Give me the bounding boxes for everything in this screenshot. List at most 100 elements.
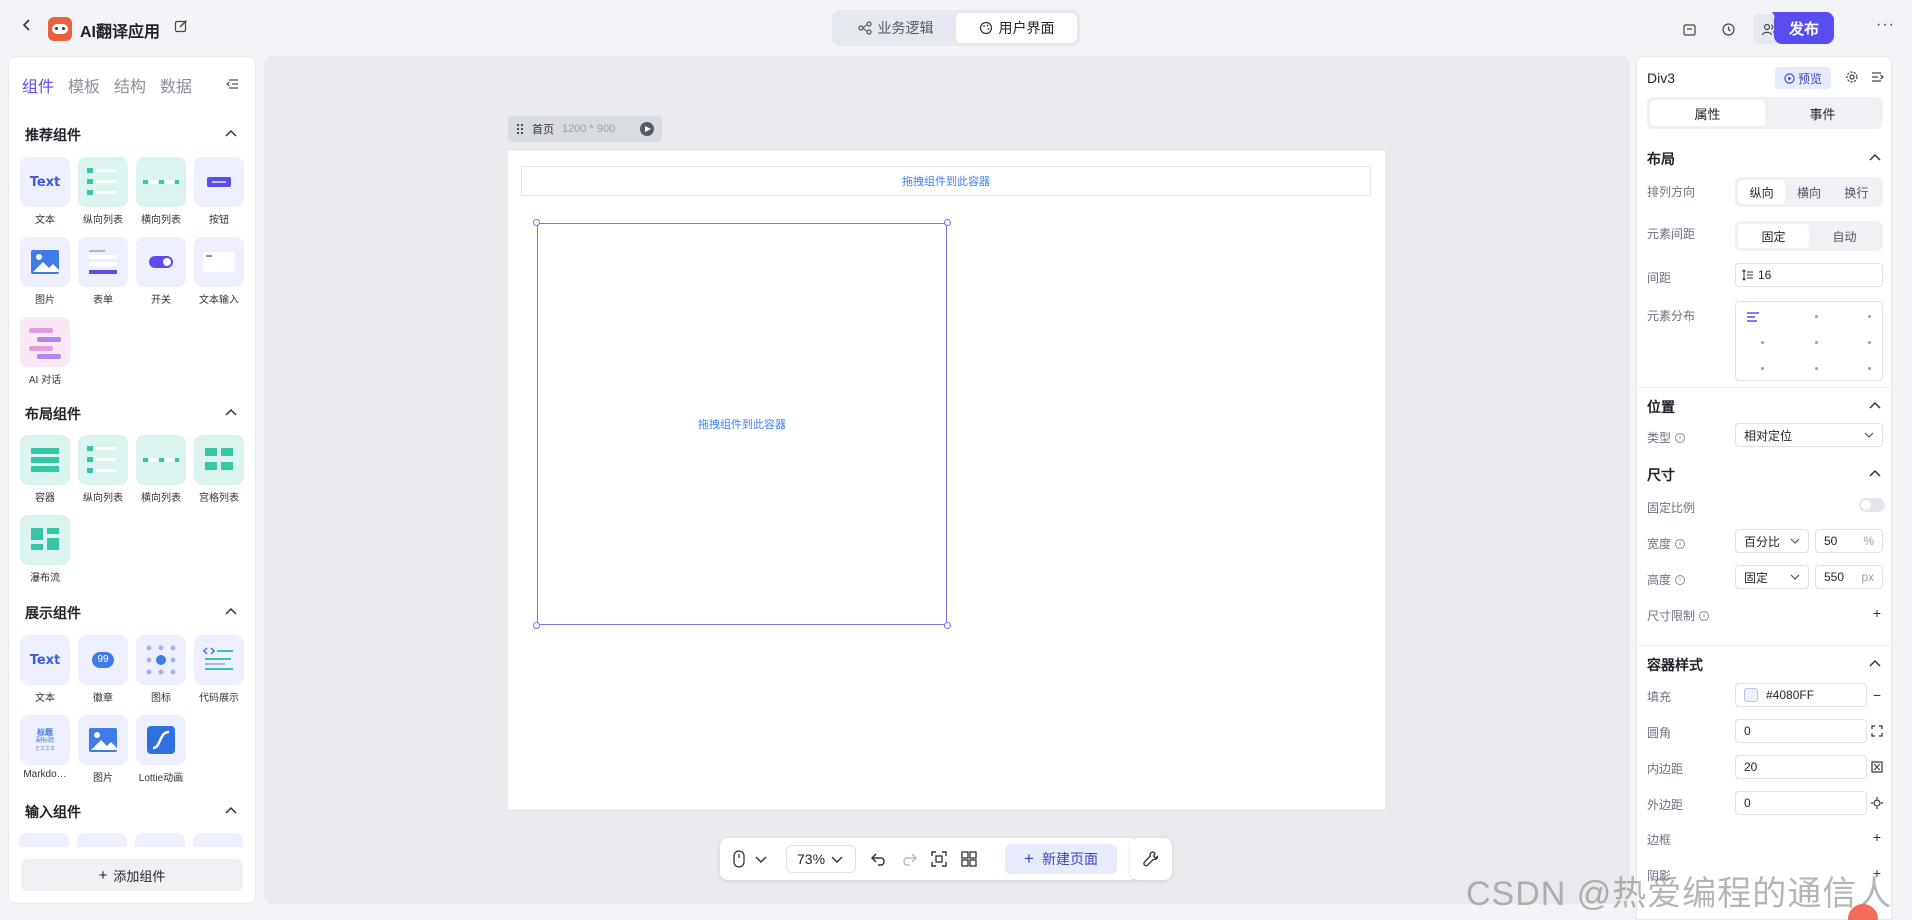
tab-business-logic[interactable]: 业务逻辑 [835,13,956,43]
tab-components[interactable]: 组件 [22,73,54,97]
collapse-panel-icon[interactable] [225,77,239,94]
settings-icon[interactable] [1845,70,1859,84]
mouse-pointer-icon[interactable] [732,850,750,868]
component-vertical-list[interactable]: 纵向列表 [77,157,129,226]
wrench-button[interactable] [1130,838,1172,880]
component-markdown[interactable]: 标题 副标题 正文文本 Markdo… [19,715,71,780]
input-component-thumb[interactable] [77,833,127,847]
component-code-display[interactable]: 代码展示 [193,635,245,704]
info-icon[interactable]: i [1699,610,1710,621]
component-text[interactable]: Text 文本 [19,635,71,704]
align-dot[interactable] [1815,315,1818,318]
component-vertical-list[interactable]: 纵向列表 [77,435,129,504]
preview-button[interactable]: 预览 [1775,67,1831,89]
component-grid-list[interactable]: 宫格列表 [193,435,245,504]
chevron-down-icon[interactable] [754,850,772,868]
add-component-button[interactable]: + 添加组件 [21,859,243,891]
input-component-thumb[interactable] [135,833,185,847]
play-icon[interactable] [640,122,654,136]
tab-events[interactable]: 事件 [1765,100,1880,126]
new-page-button[interactable]: + 新建页面 [1005,844,1117,874]
chevron-up-icon[interactable] [1869,399,1881,409]
direction-wrap[interactable]: 换行 [1833,180,1880,204]
color-swatch[interactable] [1744,688,1758,702]
component-image[interactable]: 图片 [77,715,129,784]
height-mode-select[interactable]: 固定 [1735,565,1809,589]
position-type-select[interactable]: 相对定位 [1735,423,1883,447]
selected-container-div3[interactable]: 拖拽组件到此容器 [533,219,951,629]
component-form[interactable]: 表单 [77,237,129,306]
width-mode-select[interactable]: 百分比 [1735,529,1809,553]
component-lottie[interactable]: Lottie动画 [135,715,187,784]
collapse-right-panel-icon[interactable] [1871,70,1885,84]
tab-user-interface[interactable]: 用户界面 [956,13,1077,43]
plus-icon[interactable]: + [1871,830,1883,844]
fill-color-input[interactable]: #4080FF [1735,683,1867,707]
archive-icon[interactable] [1674,14,1704,44]
minus-icon[interactable]: − [1871,688,1883,702]
align-dot[interactable] [1815,367,1818,370]
padding-input[interactable]: 20 [1735,755,1867,779]
component-button[interactable]: 按钮 [193,157,245,226]
info-icon[interactable]: i [1675,538,1686,549]
chevron-up-icon[interactable] [225,127,237,137]
height-input[interactable]: 550 px [1815,565,1883,589]
component-icon[interactable]: 图标 [135,635,187,704]
component-text-input[interactable]: 文本输入 [193,237,245,306]
component-horizontal-list[interactable]: 横向列表 [135,435,187,504]
gap-input[interactable]: 16 [1735,263,1883,287]
spacing-fixed[interactable]: 固定 [1738,224,1809,248]
tab-templates[interactable]: 模板 [68,73,100,97]
align-dot[interactable] [1761,367,1764,370]
component-ai-chat[interactable]: AI 对话 [19,317,71,386]
radius-input[interactable]: 0 [1735,719,1867,743]
chevron-up-icon[interactable] [225,605,237,615]
page-tag[interactable]: 首页 1200 * 900 [508,116,662,142]
component-image[interactable]: 图片 [19,237,71,306]
component-badge[interactable]: 99 徽章 [77,635,129,704]
resize-handle[interactable] [533,219,540,226]
chevron-up-icon[interactable] [1869,467,1881,477]
resize-handle[interactable] [944,622,951,629]
align-dot[interactable] [1761,341,1764,344]
fixed-ratio-toggle[interactable] [1859,498,1885,512]
drag-handle-icon[interactable] [516,123,524,135]
info-icon[interactable]: i [1675,574,1686,585]
chevron-up-icon[interactable] [225,406,237,416]
history-icon[interactable] [1713,14,1743,44]
tab-structure[interactable]: 结构 [114,73,146,97]
edit-icon[interactable] [174,19,188,33]
plus-icon[interactable]: + [1871,606,1883,620]
redo-icon[interactable] [900,850,918,868]
spacing-auto[interactable]: 自动 [1809,224,1880,248]
more-icon[interactable]: ··· [1876,16,1895,34]
tab-data[interactable]: 数据 [160,73,192,97]
direction-vertical[interactable]: 纵向 [1738,180,1786,204]
margin-expand-icon[interactable] [1871,797,1883,809]
component-container[interactable]: 容器 [19,435,71,504]
align-dot[interactable] [1868,367,1871,370]
resize-handle[interactable] [533,622,540,629]
component-switch[interactable]: 开关 [135,237,187,306]
margin-input[interactable]: 0 [1735,791,1867,815]
undo-icon[interactable] [870,850,888,868]
publish-button[interactable]: 发布 [1774,12,1834,44]
info-icon[interactable]: i [1675,432,1686,443]
component-waterfall[interactable]: 瀑布流 [19,515,71,584]
component-text[interactable]: Text 文本 [19,157,71,226]
component-horizontal-list[interactable]: 横向列表 [135,157,187,226]
corner-expand-icon[interactable] [1871,725,1883,737]
tab-properties[interactable]: 属性 [1650,100,1765,126]
distribution-grid[interactable] [1735,301,1883,381]
padding-expand-icon[interactable] [1871,761,1883,773]
fit-screen-icon[interactable] [930,850,948,868]
align-dot[interactable] [1868,315,1871,318]
zoom-select[interactable]: 73% [786,845,856,873]
drop-zone-top[interactable]: 拖拽组件到此容器 [521,166,1371,196]
width-input[interactable]: 50 % [1815,529,1883,553]
resize-handle[interactable] [944,219,951,226]
chevron-up-icon[interactable] [1869,657,1881,667]
align-top-left-icon[interactable] [1746,311,1760,323]
align-dot[interactable] [1868,341,1871,344]
align-dot[interactable] [1815,341,1818,344]
